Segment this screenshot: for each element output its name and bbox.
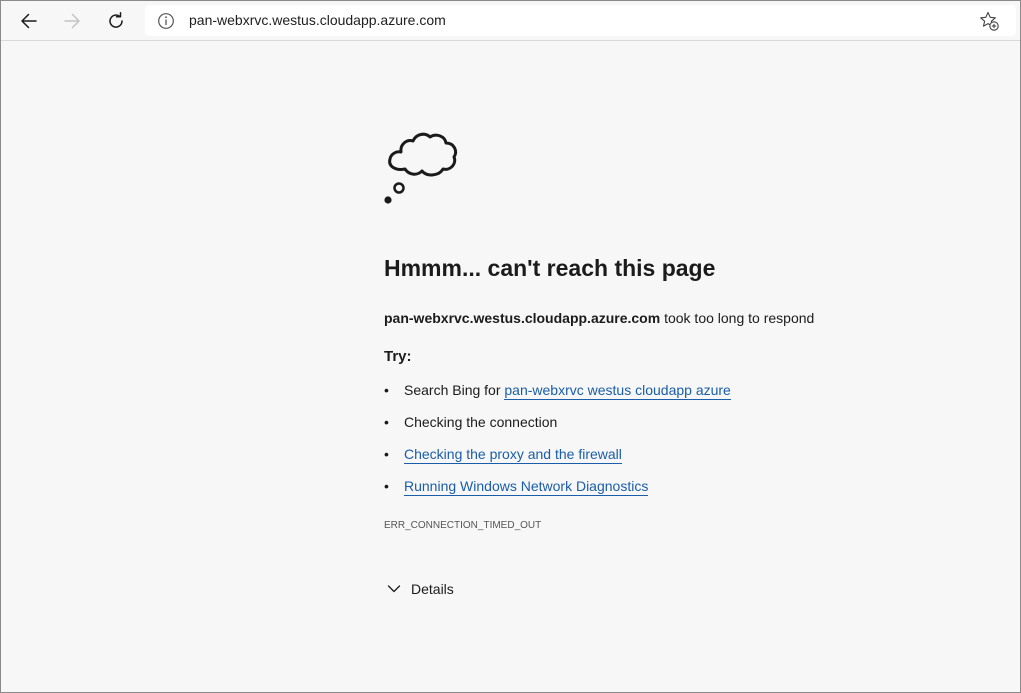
bullet: • <box>384 382 389 398</box>
refresh-icon <box>109 12 123 28</box>
try-label: Try: <box>384 348 412 365</box>
details-toggle[interactable]: Details <box>387 581 454 597</box>
network-diagnostics-link[interactable]: Running Windows Network Diagnostics <box>404 478 649 496</box>
arrow-right-icon <box>64 13 80 29</box>
error-message: pan-webxrvc.westus.cloudapp.azure.com to… <box>384 310 814 326</box>
error-message-text: took too long to respond <box>660 310 815 326</box>
star-add-icon[interactable] <box>978 10 1000 32</box>
bullet: • <box>384 446 389 462</box>
suggestion-text: Checking the connection <box>404 414 558 430</box>
browser-toolbar: pan-webxrvc.westus.cloudapp.azure.com <box>1 1 1020 41</box>
browser-window: pan-webxrvc.westus.cloudapp.azure.com Hm… <box>0 0 1021 693</box>
suggestion-check-connection: • Checking the connection <box>384 414 557 430</box>
suggestion-prefix: Search Bing for <box>404 382 505 398</box>
chevron-down-icon <box>387 585 401 593</box>
suggestion-network-diagnostics: • Running Windows Network Diagnostics <box>384 478 649 496</box>
address-bar[interactable]: pan-webxrvc.westus.cloudapp.azure.com <box>145 5 1016 36</box>
search-bing-link[interactable]: pan-webxrvc westus cloudapp azure <box>504 382 731 400</box>
arrow-left-icon <box>21 13 37 29</box>
error-host: pan-webxrvc.westus.cloudapp.azure.com <box>384 310 661 326</box>
suggestion-proxy-firewall: • Checking the proxy and the firewall <box>384 446 622 464</box>
error-heading: Hmmm... can't reach this page <box>384 255 716 281</box>
details-label: Details <box>411 581 454 597</box>
bullet: • <box>384 478 389 494</box>
bullet: • <box>384 414 389 430</box>
thought-cloud-icon <box>384 132 458 204</box>
error-code: ERR_CONNECTION_TIMED_OUT <box>384 520 542 531</box>
forward-button[interactable] <box>56 5 88 37</box>
refresh-button[interactable] <box>100 5 132 37</box>
suggestion-search-bing: • Search Bing for pan-webxrvc westus clou… <box>384 382 731 400</box>
proxy-firewall-link[interactable]: Checking the proxy and the firewall <box>404 446 622 464</box>
address-url[interactable]: pan-webxrvc.westus.cloudapp.azure.com <box>189 12 446 28</box>
info-icon[interactable] <box>157 12 175 30</box>
back-button[interactable] <box>13 5 45 37</box>
